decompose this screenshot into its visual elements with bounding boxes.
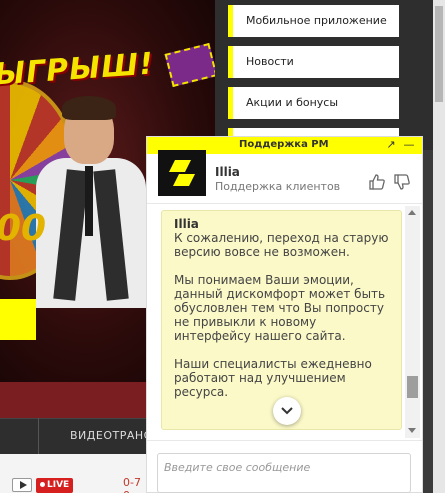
message-author: Illia	[174, 217, 199, 231]
dealer-hair-image	[62, 96, 116, 120]
expand-icon[interactable]: ↗	[385, 138, 397, 152]
minimize-icon[interactable]: —	[403, 138, 415, 152]
chat-scrollbar[interactable]	[405, 206, 420, 438]
brand-logo-icon	[158, 150, 206, 196]
agent-role: Поддержка клиентов	[215, 180, 341, 193]
match-score: 0-7	[123, 476, 141, 489]
chat-title: Поддержка РМ	[239, 139, 329, 150]
video-bar-divider	[38, 418, 39, 454]
play-icon[interactable]	[12, 478, 32, 492]
thumbs-up-icon[interactable]	[368, 173, 386, 191]
live-badge: LIVE	[36, 478, 74, 493]
promo-headline: ЫГРЫШ!	[0, 46, 156, 93]
ticket-image	[164, 42, 215, 88]
message-paragraph: Наши специалисты ежедневно работают над …	[174, 357, 372, 399]
nav-item-promotions[interactable]: Акции и бонусы	[228, 87, 399, 119]
thumbs-down-icon[interactable]	[393, 173, 411, 191]
promo-neon-number: 00	[0, 208, 47, 249]
agent-name: Illia	[215, 165, 240, 179]
scroll-up-arrow-icon[interactable]	[408, 210, 416, 215]
match-score-secondary: 0	[123, 489, 130, 493]
page-scrollbar-thumb[interactable]	[435, 6, 443, 102]
message-paragraph: Мы понимаем Ваши эмоции, данный дискомфо…	[174, 273, 386, 343]
jump-to-latest-button[interactable]	[273, 397, 301, 425]
nav-item-news[interactable]: Новости	[228, 46, 399, 78]
scroll-down-arrow-icon[interactable]	[408, 428, 416, 433]
live-dot-icon	[40, 482, 45, 487]
dealer-tie	[85, 166, 93, 236]
live-badge-label: LIVE	[47, 480, 70, 490]
message-paragraph: К сожалению, переход на старую версию во…	[174, 231, 389, 259]
chat-scrollbar-thumb[interactable]	[407, 376, 418, 398]
nav-item-mobile-app[interactable]: Мобильное приложение	[228, 5, 399, 37]
promo-cta-button[interactable]	[0, 299, 36, 340]
message-composer	[147, 440, 422, 493]
chevron-down-icon	[281, 407, 293, 415]
message-input[interactable]	[157, 453, 411, 493]
support-chat-widget: Поддержка РМ ↗ — Illia Поддержка клиенто…	[146, 136, 423, 493]
